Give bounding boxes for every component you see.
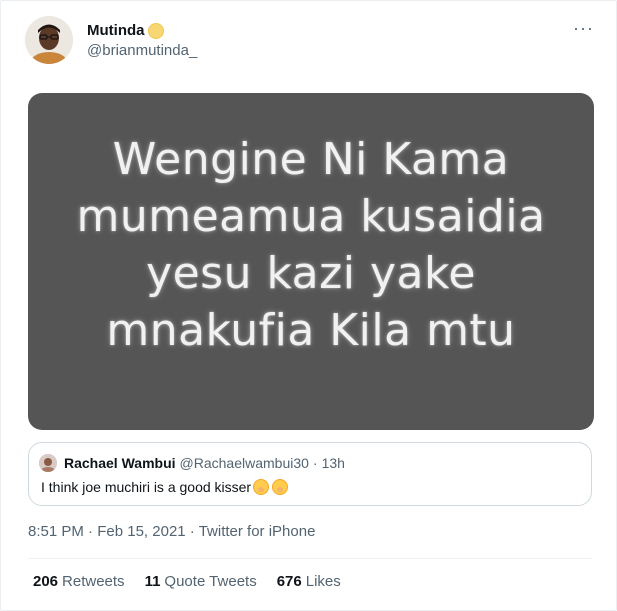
author-handle[interactable]: @brianmutinda_ bbox=[87, 42, 197, 59]
media-line: Wengine Ni Kama bbox=[112, 134, 510, 185]
likes-stat[interactable]: 676 Likes bbox=[277, 573, 341, 590]
likes-label: Likes bbox=[305, 573, 341, 590]
author-name[interactable]: Mutinda bbox=[87, 22, 164, 39]
quoted-author-name: Rachael Wambui bbox=[64, 455, 176, 471]
retweets-count: 206 bbox=[33, 573, 59, 590]
emoji-badge-icon bbox=[147, 22, 164, 39]
more-horizontal-icon: ··· bbox=[573, 18, 594, 38]
retweets-stat[interactable]: 206 Retweets bbox=[33, 573, 125, 590]
hand-over-mouth-emoji-icon bbox=[253, 479, 270, 495]
media-text: Wengine Ni Kama mumeamua kusaidia yesu k… bbox=[28, 131, 594, 359]
hand-over-mouth-emoji-icon bbox=[272, 479, 289, 495]
separator-dot: · bbox=[88, 523, 98, 540]
quoted-tweet-body: I think joe muchiri is a good kisser bbox=[41, 479, 252, 495]
quoted-tweet-text: I think joe muchiri is a good kisser bbox=[41, 479, 289, 495]
quoted-tweet-time: 13h bbox=[321, 455, 345, 471]
separator-dot: · bbox=[312, 455, 318, 471]
media-line: yesu kazi yake bbox=[146, 248, 476, 299]
more-options-button[interactable]: ··· bbox=[573, 19, 594, 37]
retweets-label: Retweets bbox=[62, 573, 125, 590]
tweet-card: Mutinda @brianmutinda_ ··· Wengine Ni Ka… bbox=[0, 0, 617, 611]
avatar-photo-icon bbox=[39, 454, 57, 472]
tweet-stats: 206 Retweets 11 Quote Tweets 676 Likes bbox=[33, 573, 361, 590]
quoted-tweet[interactable]: Rachael Wambui @Rachaelwambui30 · 13h I … bbox=[28, 442, 592, 506]
quotes-count: 11 bbox=[144, 573, 161, 590]
quotes-label: Quote Tweets bbox=[164, 573, 257, 590]
quoted-author-handle: @Rachaelwambui30 bbox=[179, 455, 309, 471]
quoted-author-avatar bbox=[39, 454, 57, 472]
quoted-tweet-header: Rachael Wambui @Rachaelwambui30 · 13h bbox=[64, 455, 345, 471]
quote-tweets-stat[interactable]: 11 Quote Tweets bbox=[145, 573, 257, 590]
tweet-media-image[interactable]: Wengine Ni Kama mumeamua kusaidia yesu k… bbox=[28, 93, 594, 430]
divider bbox=[28, 558, 592, 559]
media-line: mumeamua kusaidia bbox=[76, 191, 546, 242]
tweet-date[interactable]: Feb 15, 2021 bbox=[97, 523, 185, 540]
media-line: mnakufia Kila mtu bbox=[106, 305, 516, 356]
avatar-photo-icon bbox=[25, 16, 73, 64]
separator-dot: · bbox=[189, 523, 199, 540]
likes-count: 676 bbox=[276, 573, 302, 590]
author-avatar[interactable] bbox=[25, 16, 73, 64]
tweet-time[interactable]: 8:51 PM bbox=[28, 523, 84, 540]
author-name-text: Mutinda bbox=[87, 22, 145, 39]
tweet-timestamp-row: 8:51 PM · Feb 15, 2021 · Twitter for iPh… bbox=[28, 523, 315, 540]
tweet-source[interactable]: Twitter for iPhone bbox=[199, 523, 316, 540]
